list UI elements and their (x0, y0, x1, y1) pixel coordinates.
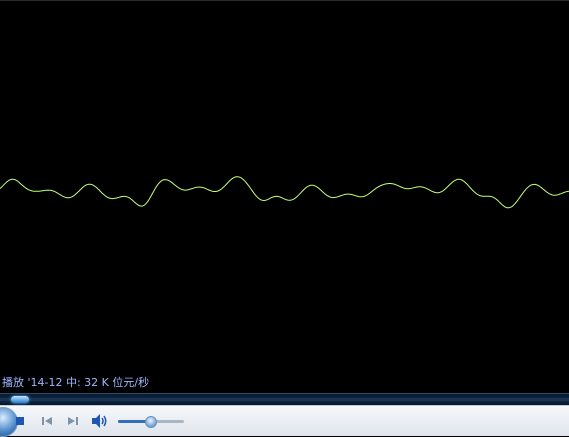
volume-slider[interactable] (118, 416, 184, 428)
next-icon (68, 417, 78, 425)
speaker-icon (92, 414, 107, 428)
status-text: 播放 '14-12 中: 32 K 位元/秒 (2, 376, 150, 389)
seek-track[interactable] (0, 398, 569, 401)
volume-thumb[interactable] (145, 416, 157, 428)
stop-button[interactable] (14, 415, 26, 427)
transport-controls (0, 405, 569, 437)
next-button[interactable] (66, 414, 80, 428)
stop-icon (16, 417, 24, 425)
seek-thumb[interactable] (11, 396, 29, 403)
visualization-area: 播放 '14-12 中: 32 K 位元/秒 (0, 0, 569, 393)
oscilloscope-wave (0, 176, 569, 209)
previous-icon (42, 417, 52, 425)
previous-button[interactable] (40, 414, 54, 428)
mute-button[interactable] (91, 413, 109, 429)
